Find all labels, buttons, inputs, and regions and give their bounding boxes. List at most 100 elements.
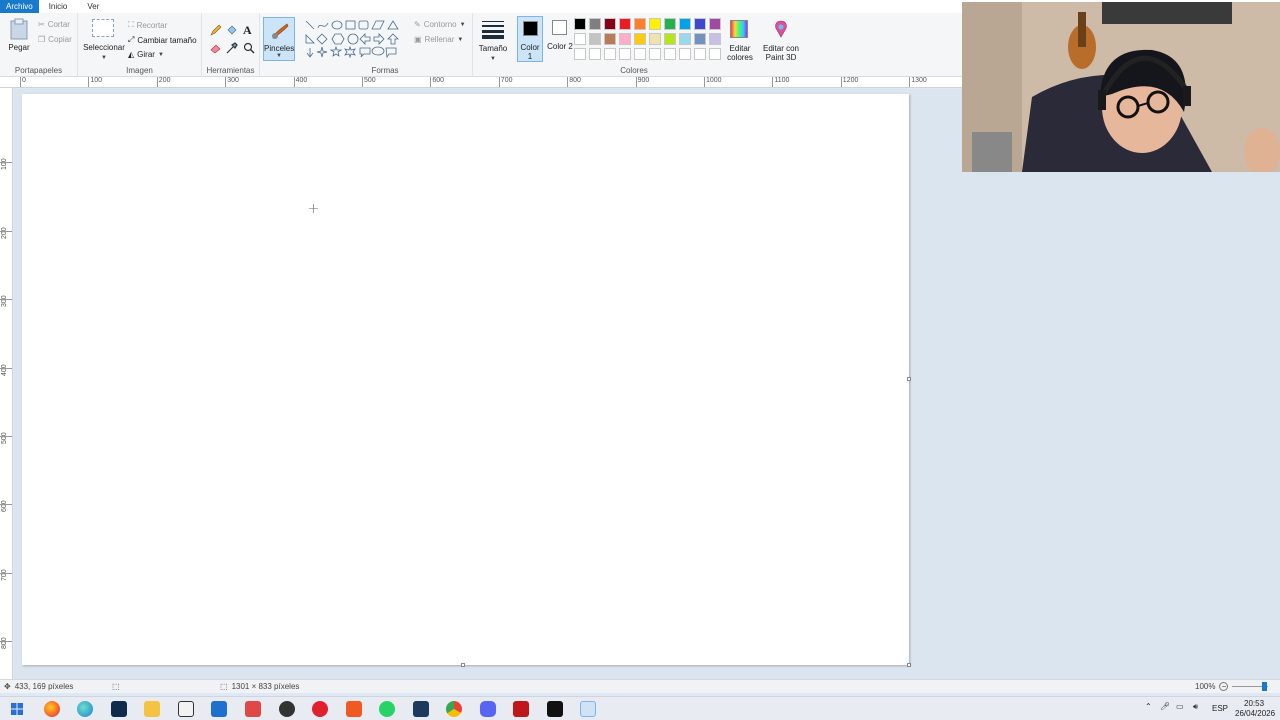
palette-swatch[interactable] — [574, 33, 586, 45]
zoom-slider[interactable] — [1232, 682, 1269, 691]
paint3d-button[interactable]: Editar con Paint 3D — [756, 44, 806, 62]
clock-time[interactable]: 20:53 — [1244, 699, 1264, 708]
resize-handle-right[interactable] — [907, 377, 911, 381]
palette-swatch[interactable] — [634, 18, 646, 30]
palette-swatch[interactable] — [604, 33, 616, 45]
image-group: Seleccionar ▼ ⛶ Recortar ⤢ Cambiar tamaño ◭… — [78, 13, 202, 77]
menu-home[interactable]: Inicio — [43, 0, 74, 13]
palette-swatch-empty[interactable] — [664, 48, 676, 60]
pencil-icon[interactable] — [210, 24, 222, 36]
palette-swatch-empty[interactable] — [694, 48, 706, 60]
palette-swatch-empty[interactable] — [634, 48, 646, 60]
mail-icon[interactable] — [211, 701, 227, 717]
palette-swatch[interactable] — [694, 33, 706, 45]
edit-colors-button[interactable]: Editar colores — [720, 44, 760, 62]
ruler-tick-line — [0, 230, 12, 232]
windows-start-icon[interactable] — [9, 701, 25, 717]
zoom-out-icon[interactable]: − — [1219, 682, 1229, 691]
ruler-tick-label: 400 — [1, 363, 8, 376]
obs-icon[interactable] — [279, 701, 295, 717]
crop-button[interactable]: ⛶ Recortar — [128, 20, 167, 30]
palette-swatch-empty[interactable] — [574, 48, 586, 60]
size-group: Tamaño ▼ — [473, 13, 513, 77]
menu-file[interactable]: Archivo — [0, 0, 39, 13]
size-lines-icon[interactable] — [482, 21, 504, 39]
steam-icon[interactable] — [413, 701, 429, 717]
mic-icon[interactable]: 🎤︎ — [1160, 702, 1170, 711]
palette-swatch[interactable] — [649, 18, 661, 30]
ruler-tick-line — [0, 572, 12, 574]
drawing-canvas[interactable] — [22, 94, 909, 665]
move-icon: ✥ — [4, 682, 11, 691]
opera-icon[interactable] — [312, 701, 328, 717]
cut-button[interactable]: ✂ Cortar — [38, 20, 70, 29]
outline-icon: ✎ — [414, 20, 421, 29]
resize-handle-bottom[interactable] — [461, 663, 465, 667]
firefox-icon[interactable] — [44, 701, 60, 717]
palette-swatch[interactable] — [634, 33, 646, 45]
menu-view[interactable]: Ver — [81, 0, 105, 13]
palette-swatch[interactable] — [574, 18, 586, 30]
magnifier-icon[interactable] — [243, 42, 255, 54]
color1-button[interactable]: Color 1 — [517, 16, 543, 62]
palette-swatch[interactable] — [679, 18, 691, 30]
select-icon[interactable] — [92, 19, 114, 37]
color2-button[interactable]: Color 2 — [547, 16, 573, 62]
paint3d-icon[interactable] — [773, 20, 789, 38]
palette-swatch[interactable] — [694, 18, 706, 30]
paste-icon[interactable] — [10, 18, 28, 40]
color-picker-icon[interactable] — [226, 42, 238, 54]
palette-swatch-empty[interactable] — [619, 48, 631, 60]
outline-button[interactable]: ✎ Contorno ▼ — [414, 20, 466, 29]
palette-swatch-empty[interactable] — [679, 48, 691, 60]
fill-bucket-icon[interactable] — [226, 24, 238, 36]
zoom-slider-thumb[interactable] — [1262, 682, 1268, 691]
discord-icon[interactable] — [480, 701, 496, 717]
capcut-icon[interactable] — [547, 701, 563, 717]
resize-handle-corner[interactable] — [907, 663, 911, 667]
select-button[interactable]: Seleccionar ▼ — [80, 43, 128, 63]
eraser-icon[interactable] — [210, 42, 222, 54]
shapes-gallery[interactable] — [304, 19, 404, 61]
palette-swatch[interactable] — [589, 18, 601, 30]
size-button[interactable]: Tamaño ▼ — [473, 44, 513, 64]
brave-icon[interactable] — [346, 701, 362, 717]
whatsapp-icon[interactable] — [379, 701, 395, 717]
ruler-tick-line — [0, 367, 12, 369]
volume-icon[interactable]: 🔊︎ — [1193, 702, 1198, 712]
palette-swatch-empty[interactable] — [589, 48, 601, 60]
file-explorer-icon[interactable] — [144, 701, 160, 717]
tray-chevron-icon[interactable]: ⌃ — [1145, 702, 1152, 711]
fill-button[interactable]: ▣ Rellenar ▼ — [414, 35, 463, 44]
resize-button[interactable]: ⤢ Cambiar tamaño — [128, 35, 197, 45]
palette-swatch-empty[interactable] — [649, 48, 661, 60]
network-icon[interactable]: ▭ — [1176, 702, 1184, 711]
clock-date[interactable]: 26/04/2026 — [1235, 709, 1275, 718]
palette-swatch[interactable] — [589, 33, 601, 45]
paste-button[interactable]: Pegar — [4, 43, 34, 52]
palette-swatch[interactable] — [619, 33, 631, 45]
ruler-tick-line — [0, 436, 12, 437]
app2-icon[interactable] — [513, 701, 529, 717]
text-icon[interactable]: A — [243, 23, 252, 38]
chrome-icon[interactable] — [446, 701, 462, 717]
palette-swatch[interactable] — [649, 33, 661, 45]
ruler-tick-label: 500 — [1, 432, 8, 444]
edge-icon[interactable] — [77, 701, 93, 717]
palette-swatch[interactable] — [664, 18, 676, 30]
app-icon[interactable] — [245, 701, 261, 717]
paint-icon[interactable] — [580, 701, 596, 717]
edit-colors-icon[interactable] — [730, 20, 748, 38]
palette-swatch[interactable] — [664, 33, 676, 45]
brushes-button[interactable]: Pinceles ▼ — [263, 17, 295, 61]
store-icon[interactable] — [178, 701, 194, 717]
palette-swatch[interactable] — [619, 18, 631, 30]
copy-button[interactable]: ❐ Copiar — [38, 35, 72, 44]
palette-swatch[interactable] — [604, 18, 616, 30]
ruler-tick-line — [567, 77, 569, 87]
palette-swatch[interactable] — [679, 33, 691, 45]
language-indicator[interactable]: ESP — [1212, 704, 1228, 713]
palette-swatch-empty[interactable] — [604, 48, 616, 60]
rotate-button[interactable]: ◭ Girar ▼ — [128, 50, 164, 59]
photoshop-icon[interactable] — [111, 701, 127, 717]
